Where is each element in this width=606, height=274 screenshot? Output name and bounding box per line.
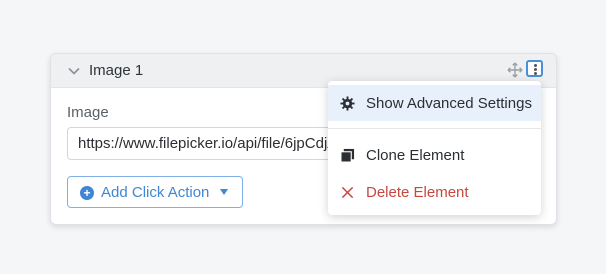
element-options-menu: Show Advanced Settings Clone Element Del… [328, 81, 541, 215]
menu-item-clone-element[interactable]: Clone Element [328, 137, 541, 173]
clone-icon [340, 148, 355, 163]
move-icon[interactable] [507, 62, 523, 78]
add-click-action-button[interactable]: + Add Click Action [67, 176, 243, 208]
element-title: Image 1 [89, 62, 144, 79]
dot [533, 72, 537, 75]
menu-item-show-advanced-settings[interactable]: Show Advanced Settings [328, 85, 541, 121]
dot [533, 64, 537, 67]
more-options-button[interactable] [526, 60, 543, 77]
dot [533, 68, 537, 71]
menu-item-label: Show Advanced Settings [366, 95, 532, 112]
close-icon [341, 186, 354, 199]
add-click-action-label: Add Click Action [101, 184, 210, 201]
caret-down-icon [220, 189, 228, 195]
menu-item-label: Delete Element [366, 184, 469, 201]
chevron-down-icon[interactable] [67, 64, 81, 78]
gear-icon [340, 96, 355, 111]
menu-item-delete-element[interactable]: Delete Element [328, 174, 541, 210]
menu-divider [328, 128, 541, 129]
plus-circle-icon: + [80, 186, 94, 200]
image-field-label: Image [67, 104, 109, 121]
menu-item-label: Clone Element [366, 147, 465, 164]
